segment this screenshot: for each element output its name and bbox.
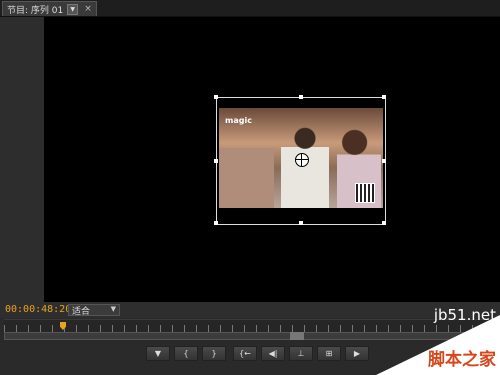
close-icon[interactable]: × (84, 4, 92, 14)
handle-top-left[interactable] (214, 95, 218, 99)
side-panel (0, 17, 44, 302)
go-to-in-button[interactable]: {← (233, 346, 257, 361)
zoom-fit-select[interactable]: 适合 ▼ (68, 304, 120, 317)
handle-middle-right[interactable] (382, 159, 386, 163)
video-frame: magic (219, 108, 383, 208)
handle-middle-left[interactable] (214, 159, 218, 163)
handle-bottom-right[interactable] (382, 221, 386, 225)
step-back-icon: ◀| (268, 349, 278, 358)
watermark-domain: jb51.net (433, 306, 496, 324)
site-watermark: jb51.net 脚本之家 (376, 300, 500, 375)
handle-bottom-left[interactable] (214, 221, 218, 225)
extract-icon: ⊞ (325, 349, 333, 358)
tab-program-monitor[interactable]: 节目: 序列 01 ▼ × (2, 1, 97, 16)
marker-button[interactable]: ▼ (146, 346, 170, 361)
anchor-point-icon[interactable] (295, 153, 309, 167)
lift-icon: ⊥ (297, 349, 305, 358)
mark-in-button[interactable]: { (174, 346, 198, 361)
zoom-fit-value: 适合 (72, 306, 91, 317)
handle-top-center[interactable] (299, 95, 303, 99)
channel-logo: magic (225, 116, 252, 125)
chevron-down-icon[interactable]: ▼ (67, 3, 79, 15)
chevron-down-icon: ▼ (110, 305, 116, 313)
tab-label: 节目: 序列 01 (7, 5, 64, 16)
play-icon: ▶ (353, 349, 361, 358)
go-to-in-icon: {← (239, 349, 251, 358)
watermark-name: 脚本之家 (428, 350, 496, 370)
play-button[interactable]: ▶ (345, 346, 369, 361)
handle-bottom-center[interactable] (299, 221, 303, 225)
panel-tab-bar: 节目: 序列 01 ▼ × (0, 0, 500, 17)
mark-out-icon: } (211, 349, 217, 358)
extract-button[interactable]: ⊞ (317, 346, 341, 361)
frame-background-shelf (219, 148, 274, 208)
qr-code (355, 183, 375, 203)
handle-top-right[interactable] (382, 95, 386, 99)
lift-button[interactable]: ⊥ (289, 346, 313, 361)
video-clip-bounding-box[interactable]: magic (214, 95, 386, 225)
step-back-button[interactable]: ◀| (261, 346, 285, 361)
marker-icon: ▼ (154, 349, 162, 358)
mark-in-icon: { (183, 349, 189, 358)
mark-out-button[interactable]: } (202, 346, 226, 361)
timecode-display[interactable]: 00:00:48:20 (5, 304, 71, 315)
program-monitor-viewer[interactable]: magic (44, 17, 500, 302)
zoom-scrollbar-thumb[interactable] (290, 332, 304, 340)
